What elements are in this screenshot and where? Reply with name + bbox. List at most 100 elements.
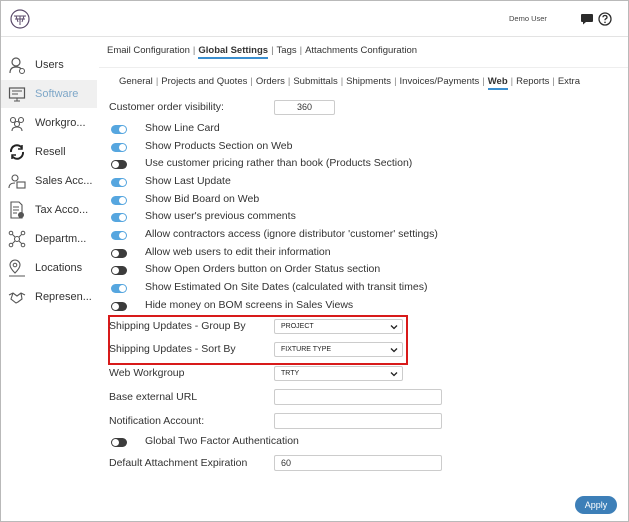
toggle-hide-money-bom[interactable]	[111, 302, 127, 311]
main-panel: Email Configuration | Global Settings | Tags…	[99, 37, 628, 522]
sort-by-value: FIXTURE TYPE	[281, 346, 332, 353]
chevron-down-icon	[390, 372, 398, 377]
toggle-allow-web-users-edit[interactable]	[111, 249, 127, 258]
web-workgroup-select[interactable]: TRTY	[274, 366, 403, 381]
sidebar-item-departments[interactable]: Departm...	[1, 225, 97, 253]
sidebar-item-tax-accounts[interactable]: Tax Acco...	[1, 196, 97, 224]
sidebar-item-software[interactable]: Software	[1, 80, 97, 108]
toggle-show-last-update[interactable]	[111, 178, 127, 187]
sidebar-item-label: Tax Acco...	[35, 204, 89, 216]
group-by-select[interactable]: PROJECT	[274, 319, 403, 334]
toggle-show-estimated-dates[interactable]	[111, 284, 127, 293]
toggle-allow-contractors-access[interactable]	[111, 231, 127, 240]
notification-account-input[interactable]	[274, 413, 442, 429]
notification-account-label: Notification Account:	[109, 415, 205, 427]
chevron-down-icon	[390, 348, 398, 353]
tab-shipments[interactable]: Shipments	[346, 76, 391, 87]
toggle-show-open-orders-button[interactable]	[111, 266, 127, 275]
user-icon	[9, 57, 25, 74]
subnav-tags[interactable]: Tags	[277, 45, 297, 56]
user-name[interactable]: Demo User	[509, 14, 547, 23]
app-window: Demo User Users Software Workgro... Rese…	[0, 0, 629, 522]
sidebar-item-locations[interactable]: Locations	[1, 254, 97, 282]
tab-submittals[interactable]: Submittals	[293, 76, 337, 87]
toggle-show-products-section[interactable]	[111, 143, 127, 152]
tab-orders[interactable]: Orders	[256, 76, 285, 87]
sidebar-item-label: Locations	[35, 262, 83, 274]
toggle-label: Show Line Card	[145, 122, 220, 134]
subnav-separator: |	[299, 45, 303, 56]
toggle-label: Use customer pricing rather than book (P…	[145, 157, 413, 169]
sidebar-item-label: Sales Acc...	[35, 175, 93, 187]
apply-button[interactable]: Apply	[575, 496, 617, 514]
help-icon[interactable]	[598, 12, 612, 26]
department-icon	[8, 230, 26, 248]
base-url-label: Base external URL	[109, 391, 198, 403]
tab-separator: |	[394, 76, 397, 87]
tab-reports[interactable]: Reports	[516, 76, 549, 87]
monitor-icon	[8, 87, 26, 102]
tab-projects-and-quotes[interactable]: Projects and Quotes	[161, 76, 247, 87]
toggle-label: Show Last Update	[145, 175, 231, 187]
toggle-show-bid-board[interactable]	[111, 196, 127, 205]
tab-web[interactable]: Web	[487, 76, 508, 90]
web-workgroup-value: TRTY	[281, 370, 300, 377]
sidebar-item-label: Departm...	[35, 233, 87, 245]
sort-by-select[interactable]: FIXTURE TYPE	[274, 342, 403, 357]
base-url-input[interactable]	[274, 389, 442, 405]
toggle-label: Show Bid Board on Web	[145, 193, 260, 205]
handshake-icon	[8, 292, 26, 304]
customer-order-visibility-label: Customer order visibility:	[109, 101, 224, 113]
subnav-separator: |	[271, 45, 274, 56]
chat-icon[interactable]	[580, 13, 594, 25]
toggle-label: Allow contractors access (ignore distrib…	[145, 228, 438, 240]
toggle-label: Show user's previous comments	[145, 210, 296, 222]
tax-icon	[10, 201, 24, 219]
sidebar-item-users[interactable]: Users	[1, 51, 97, 79]
sidebar-item-resell[interactable]: Resell	[1, 138, 97, 166]
two-factor-label: Global Two Factor Authentication	[145, 435, 299, 447]
group-by-label: Shipping Updates - Group By	[109, 320, 246, 332]
subnav-attachments-configuration[interactable]: Attachments Configuration	[305, 45, 417, 56]
sidebar-item-label: Software	[35, 88, 79, 100]
attachment-expiration-label: Default Attachment Expiration	[109, 457, 248, 469]
toggle-use-customer-pricing[interactable]	[111, 160, 127, 169]
sort-by-label: Shipping Updates - Sort By	[109, 343, 236, 355]
toggle-show-previous-comments[interactable]	[111, 213, 127, 222]
tab-invoices-payments[interactable]: Invoices/Payments	[400, 76, 480, 87]
tabs: General | Projects and Quotes | Orders | Submi…	[119, 76, 580, 90]
toggle-show-line-card[interactable]	[111, 125, 127, 134]
subnav-separator: |	[192, 45, 196, 56]
tab-general[interactable]: General	[119, 76, 153, 87]
tab-separator: |	[287, 76, 291, 87]
toggle-two-factor-auth[interactable]	[111, 438, 127, 447]
toggle-label: Show Products Section on Web	[145, 140, 293, 152]
customer-order-visibility-input[interactable]: 360	[274, 100, 335, 115]
tab-bar: General | Projects and Quotes | Orders | Submi…	[99, 67, 628, 91]
sidebar-item-workgroups[interactable]: Workgro...	[1, 109, 97, 137]
subnav-email-configuration[interactable]: Email Configuration	[107, 45, 190, 56]
subnav-global-settings[interactable]: Global Settings	[198, 45, 269, 59]
top-bar: Demo User	[1, 1, 628, 37]
sales-icon	[8, 174, 26, 189]
resell-icon	[9, 144, 25, 160]
group-icon	[9, 116, 25, 132]
app-logo-icon[interactable]	[10, 9, 30, 29]
location-icon	[9, 259, 25, 277]
sidebar-item-label: Represen...	[35, 291, 92, 303]
toggle-label: Allow web users to edit their informatio…	[145, 246, 331, 258]
sidebar-item-label: Workgro...	[35, 117, 86, 129]
sidebar-item-label: Users	[35, 59, 64, 71]
chevron-down-icon	[390, 325, 398, 330]
tab-separator: |	[552, 76, 555, 87]
tab-separator: |	[250, 76, 253, 87]
tab-extra[interactable]: Extra	[558, 76, 580, 87]
tab-separator: |	[155, 76, 159, 87]
sidebar-item-sales-accounts[interactable]: Sales Acc...	[1, 167, 97, 195]
settings-subnav: Email Configuration | Global Settings | Tags…	[107, 45, 417, 59]
sidebar-item-representatives[interactable]: Represen...	[1, 283, 97, 311]
toggle-label: Show Open Orders button on Order Status …	[145, 263, 381, 275]
tab-separator: |	[340, 76, 344, 87]
attachment-expiration-input[interactable]: 60	[274, 455, 442, 471]
group-by-value: PROJECT	[281, 323, 314, 330]
